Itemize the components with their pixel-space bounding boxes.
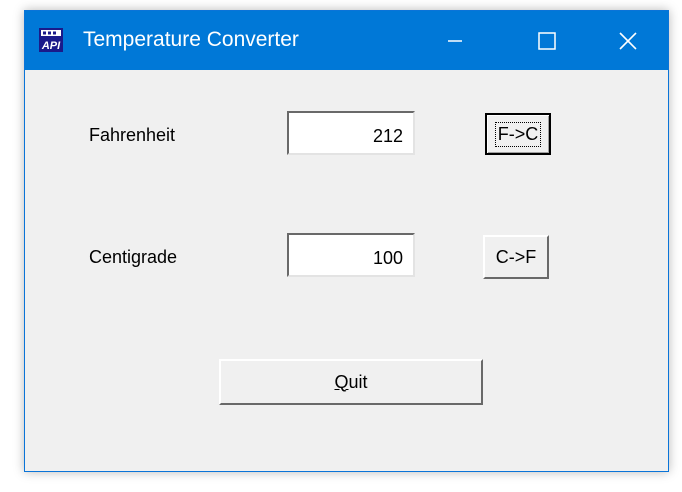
fahrenheit-input[interactable] <box>287 111 415 155</box>
maximize-button[interactable] <box>501 11 593 70</box>
minimize-icon <box>448 39 462 42</box>
title-bar[interactable]: API Temperature Converter <box>25 11 668 70</box>
minimize-button[interactable] <box>409 11 501 70</box>
app-window: API Temperature Converter Fahrenheit F->… <box>24 10 669 472</box>
quit-button[interactable]: Quit <box>219 359 483 405</box>
app-icon: API <box>39 28 63 52</box>
window-title: Temperature Converter <box>83 28 299 51</box>
c-to-f-button[interactable]: C->F <box>483 235 549 279</box>
quit-mnemonic: Q <box>334 371 349 392</box>
maximize-icon <box>538 31 556 50</box>
quit-label-rest: uit <box>348 371 368 392</box>
close-icon <box>619 31 637 50</box>
centigrade-input[interactable] <box>287 233 415 277</box>
f-to-c-button[interactable]: F->C <box>485 113 551 155</box>
f-to-c-button-label: F->C <box>494 121 542 147</box>
close-button[interactable] <box>586 11 670 70</box>
centigrade-label: Centigrade <box>89 247 178 267</box>
fahrenheit-label: Fahrenheit <box>89 125 176 145</box>
svg-text:API: API <box>41 40 61 52</box>
